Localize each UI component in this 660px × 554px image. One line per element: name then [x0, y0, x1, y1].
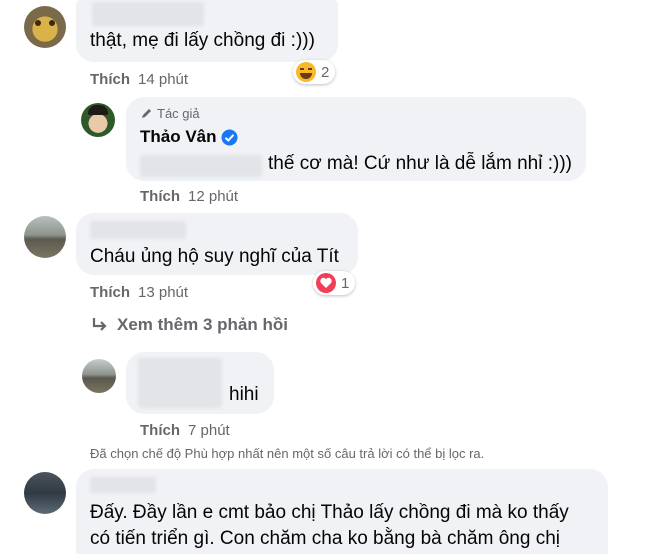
- blurred-author-name: [92, 2, 204, 26]
- reaction-count[interactable]: 2: [293, 60, 336, 84]
- timestamp[interactable]: 13 phút: [138, 284, 188, 301]
- comment-meta: Thích 14 phút: [90, 71, 188, 88]
- filter-notice: Đã chọn chế độ Phù hợp nhất nên một số c…: [90, 446, 485, 461]
- comment-text: Cháu ủng hộ suy nghĩ của Tít: [90, 246, 339, 267]
- blurred-author-name: [90, 477, 156, 493]
- comment-meta: Thích 13 phút: [90, 284, 188, 301]
- love-heart-icon: [316, 273, 336, 293]
- avatar[interactable]: [82, 359, 116, 393]
- avatar[interactable]: [24, 6, 66, 48]
- haha-emoji-icon: [296, 62, 316, 82]
- blurred-author-name: [138, 358, 222, 408]
- blurred-mention: [140, 155, 262, 177]
- avatar[interactable]: [24, 472, 66, 514]
- like-link[interactable]: Thích: [140, 422, 180, 439]
- timestamp[interactable]: 14 phút: [138, 71, 188, 88]
- verified-badge-icon: [221, 129, 238, 145]
- like-link[interactable]: Thích: [140, 188, 180, 205]
- avatar[interactable]: [24, 216, 66, 258]
- author-badge: Tác giả: [140, 106, 200, 121]
- comment-meta: Thích 12 phút: [140, 188, 238, 205]
- like-link[interactable]: Thích: [90, 71, 130, 88]
- comment-text: thế cơ mà! Cứ như là dễ lắm nhỉ :))): [268, 153, 572, 174]
- comment-meta: Thích 7 phút: [140, 422, 230, 439]
- comment-text: thật, mẹ đi lấy chồng đi :))): [90, 30, 315, 51]
- reaction-count-number: 2: [321, 63, 330, 81]
- blurred-author-name: [90, 221, 186, 239]
- like-link[interactable]: Thích: [90, 284, 130, 301]
- view-more-replies[interactable]: Xem thêm 3 phản hồi: [91, 315, 288, 335]
- comment-text: hihi: [229, 384, 259, 405]
- comment-text-line-1: Đấy. Đầy lần e cmt bảo chị Thảo lấy chồn…: [90, 502, 569, 523]
- pencil-icon: [142, 109, 151, 118]
- timestamp[interactable]: 12 phút: [188, 188, 238, 205]
- reaction-count-number: 1: [341, 274, 350, 292]
- author-name[interactable]: Thảo Vân: [140, 127, 238, 147]
- comment-text-line-2: có tiến triển gì. Con chăm cha ko bằng b…: [90, 528, 560, 549]
- reaction-count[interactable]: 1: [313, 271, 356, 295]
- author-avatar[interactable]: [81, 103, 115, 137]
- reply-arrow-icon: [92, 318, 107, 331]
- timestamp[interactable]: 7 phút: [188, 422, 230, 439]
